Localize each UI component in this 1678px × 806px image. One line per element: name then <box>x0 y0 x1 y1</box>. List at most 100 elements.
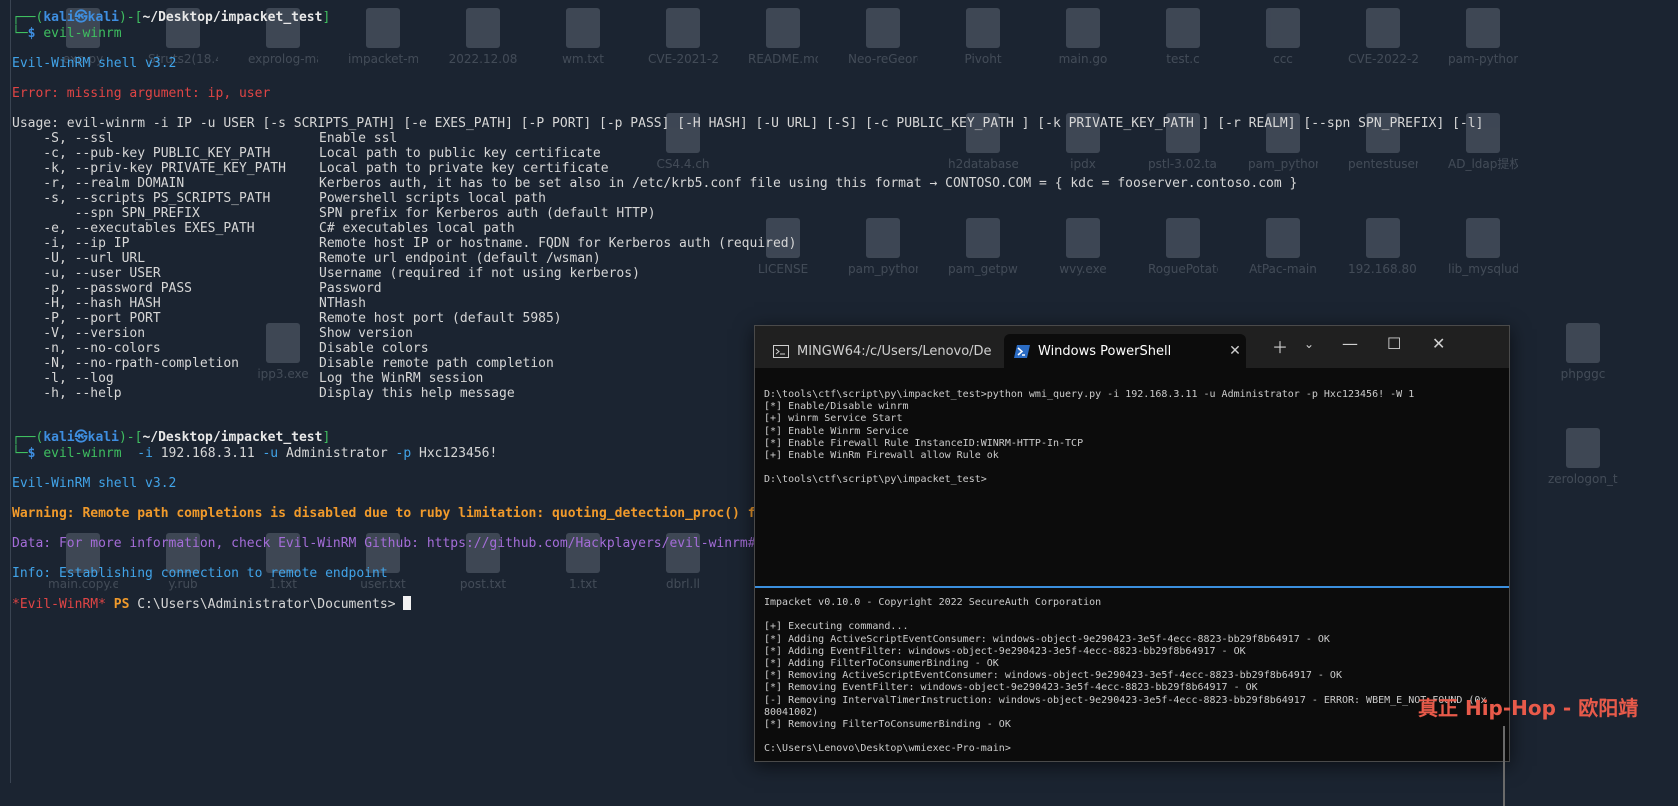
console-line: [+] winrm Service Start <box>764 413 903 425</box>
option-row: --spn SPN_PREFIX SPN prefix for Kerberos … <box>12 206 656 222</box>
option-flag: -l, --log <box>12 371 114 386</box>
option-row: -i, --ip IP Remote host IP or hostname. F… <box>12 236 796 252</box>
maximize-icon[interactable]: ☐ <box>1387 334 1401 353</box>
terminal-left-border <box>0 0 11 783</box>
prompt-path: ~/Desktop/impacket_test <box>142 430 323 445</box>
arg-pass: Hxc123456! <box>411 446 498 461</box>
watermark-text: 真正 Hip-Hop - 欧阳靖 <box>1418 696 1639 720</box>
console-line: [*] Removing ActiveScriptEventConsumer: … <box>764 670 1342 682</box>
option-description: Password <box>319 281 382 296</box>
option-description: Username (required if not using kerberos… <box>319 266 640 281</box>
flag-p: -p <box>387 446 412 461</box>
console-line: [*] Adding EventFilter: windows-object-9… <box>764 645 1246 657</box>
command-line-2: └─$ evil-winrm -i 192.168.3.11 -u Admini… <box>12 446 498 461</box>
console-line: C:\Users\Lenovo\Desktop\wmiexec-Pro-main… <box>764 743 1011 755</box>
scrollbar[interactable] <box>1503 726 1505 806</box>
chevron-down-icon[interactable]: ⌄ <box>1304 337 1314 351</box>
powershell-icon <box>1014 344 1030 358</box>
tab-label: MINGW64:/c/Users/Lenovo/De <box>797 343 992 359</box>
text-cursor <box>403 596 412 610</box>
option-flag: -r, --realm DOMAIN <box>12 176 185 191</box>
option-flag: -i, --ip IP <box>12 236 130 251</box>
tab-powershell[interactable]: Windows PowerShell ✕ <box>1004 334 1246 368</box>
arg-user: Administrator <box>278 446 388 461</box>
prompt-user: kali <box>43 10 75 25</box>
option-description: NTHash <box>319 296 366 311</box>
option-flag: -e, --executables EXES_PATH <box>12 221 255 236</box>
tab-bar: MINGW64:/c/Users/Lenovo/De Windows Power… <box>755 326 1509 368</box>
close-tab-icon[interactable]: ✕ <box>1224 343 1246 359</box>
new-tab-icon[interactable]: ＋ <box>1272 334 1288 358</box>
arg-ip: 192.168.3.11 <box>152 446 255 461</box>
option-description: Display this help message <box>319 386 515 401</box>
prompt-host: kali <box>87 430 119 445</box>
option-description: Local path to private key certificate <box>319 161 609 176</box>
option-flag: -p, --password PASS <box>12 281 193 296</box>
option-flag: -P, --port PORT <box>12 311 161 326</box>
console-line: [*] Enable Winrm Service <box>764 425 909 437</box>
option-flag: --spn SPN_PREFIX <box>12 206 200 221</box>
command-line-1: └─$ evil-winrm <box>12 26 122 41</box>
ps-path: C:\Users\Administrator\Documents> <box>137 597 396 612</box>
prompt-line-2: ┌──(kali㉿kali)-[~/Desktop/impacket_test] <box>12 430 331 445</box>
banner-line: Evil-WinRM shell v3.2 <box>12 56 177 71</box>
option-description: Remote url endpoint (default /wsman) <box>319 251 601 266</box>
command-bin: evil-winrm <box>43 446 122 461</box>
console-line: [*] Adding FilterToConsumerBinding - OK <box>764 658 999 669</box>
option-flag: -u, --user USER <box>12 266 161 281</box>
option-flag: -s, --scripts PS_SCRIPTS_PATH <box>12 191 271 206</box>
option-flag: -k, --priv-key PRIVATE_KEY_PATH <box>12 161 286 176</box>
option-row: -e, --executables EXES_PATH C# executable… <box>12 221 514 237</box>
prompt-user: kali <box>43 430 75 445</box>
pane-top[interactable]: D:\tools\ctf\script\py\impacket_test>pyt… <box>755 368 1509 586</box>
console-line: 80041002) <box>764 706 819 718</box>
prompt-path: ~/Desktop/impacket_test <box>142 10 323 25</box>
option-description: Local path to public key certificate <box>319 146 601 161</box>
console-line: [*] Enable/Disable winrm <box>764 401 909 413</box>
option-row: -c, --pub-key PUBLIC_KEY_PATH Local path … <box>12 146 600 162</box>
option-flag: -h, --help <box>12 386 122 401</box>
option-description: Disable colors <box>319 341 429 356</box>
console-line: [*] Removing FilterToConsumerBinding - O… <box>764 719 1011 730</box>
console-line: [+] Enable WinRm Firewall allow Rule ok <box>764 450 999 461</box>
option-flag: -n, --no-colors <box>12 341 161 356</box>
option-flag: -N, --no-rpath-completion <box>12 356 239 371</box>
prompt-line-1: ┌──(kali㉿kali)-[~/Desktop/impacket_test] <box>12 10 331 25</box>
option-description: C# executables local path <box>319 221 515 236</box>
console-line: D:\tools\ctf\script\py\impacket_test>pyt… <box>764 389 1415 400</box>
option-row: -u, --user USER Username (required if not… <box>12 266 640 282</box>
prompt-host: kali <box>87 10 119 25</box>
minimize-icon[interactable]: — <box>1342 334 1358 353</box>
option-row: -l, --log Log the WinRM session <box>12 371 483 387</box>
option-row: -n, --no-colors Disable colors <box>12 341 428 357</box>
option-row: -S, --ssl Enable ssl <box>12 131 397 147</box>
option-description: Log the WinRM session <box>319 371 484 386</box>
console-line: [*] Removing EventFilter: windows-object… <box>764 682 1258 694</box>
option-description: Show version <box>319 326 413 341</box>
option-flag: -U, --url URL <box>12 251 146 266</box>
option-row: -h, --help Display this help message <box>12 386 514 402</box>
flag-i: -i <box>129 446 153 461</box>
option-description: Remote host port (default 5985) <box>319 311 562 326</box>
terminal-icon <box>773 344 789 358</box>
console-line: [*] Adding ActiveScriptEventConsumer: wi… <box>764 633 1330 645</box>
powershell-window[interactable]: MINGW64:/c/Users/Lenovo/De Windows Power… <box>754 325 1510 806</box>
pane-bottom[interactable]: Impacket v0.10.0 - Copyright 2022 Secure… <box>755 588 1509 761</box>
option-row: -P, --port PORT Remote host port (default… <box>12 311 561 327</box>
option-row: -N, --no-rpath-completion Disable remote … <box>12 356 554 372</box>
console-line: Impacket v0.10.0 - Copyright 2022 Secure… <box>764 597 1102 608</box>
tab-label: Windows PowerShell <box>1038 343 1172 359</box>
option-flag: -H, --hash HASH <box>12 296 161 311</box>
option-row: -s, --scripts PS_SCRIPTS_PATH Powershell … <box>12 191 546 207</box>
flag-u: -u <box>254 446 279 461</box>
winrm-prompt[interactable]: *Evil-WinRM* PS C:\Users\Administrator\D… <box>12 596 412 612</box>
option-description: Enable ssl <box>319 131 398 146</box>
tab-mingw64[interactable]: MINGW64:/c/Users/Lenovo/De <box>763 334 993 368</box>
console-line: D:\tools\ctf\script\py\impacket_test> <box>764 474 987 486</box>
close-window-icon[interactable]: ✕ <box>1432 334 1445 353</box>
option-row: -k, --priv-key PRIVATE_KEY_PATH Local pat… <box>12 161 608 177</box>
option-description: Powershell scripts local path <box>319 191 546 206</box>
option-row: -H, --hash HASH NTHash <box>12 296 366 312</box>
option-row: -U, --url URL Remote url endpoint (defaul… <box>12 251 600 267</box>
option-description: SPN prefix for Kerberos auth (default HT… <box>319 206 656 221</box>
